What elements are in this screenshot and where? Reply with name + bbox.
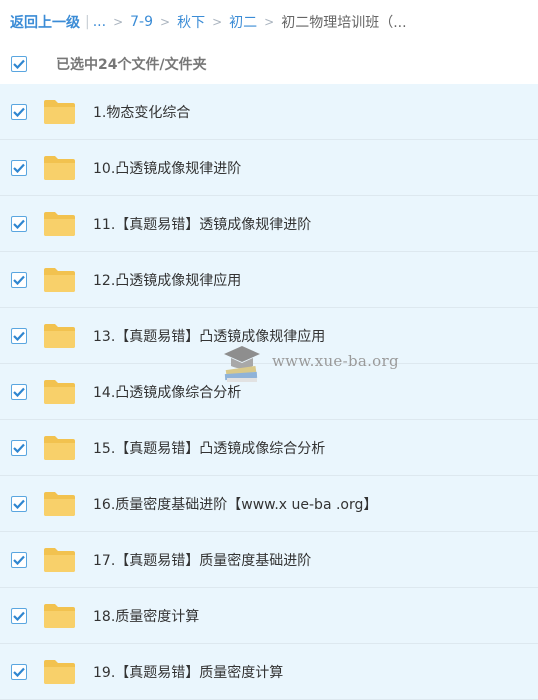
folder-icon — [44, 491, 75, 516]
folder-icon — [44, 99, 75, 124]
folder-icon — [44, 211, 75, 236]
chevron-right-icon: > — [212, 15, 223, 29]
breadcrumb: 返回上一级 | ... > 7-9 > 秋下 > 初二 > 初二物理培训班（..… — [0, 0, 538, 44]
file-name[interactable]: 19.【真题易错】质量密度计算 — [93, 662, 283, 682]
file-name[interactable]: 1.物态变化综合 — [93, 102, 190, 122]
file-name[interactable]: 18.质量密度计算 — [93, 606, 199, 626]
folder-icon — [44, 435, 75, 460]
list-item[interactable]: 17.【真题易错】质量密度基础进阶 — [0, 532, 538, 588]
file-checkbox[interactable] — [11, 495, 27, 512]
file-checkbox[interactable] — [11, 383, 27, 400]
checkmark-icon — [13, 163, 25, 173]
file-checkbox[interactable] — [11, 551, 27, 568]
folder-icon — [44, 267, 75, 292]
file-name[interactable]: 13.【真题易错】凸透镜成像规律应用 — [93, 326, 325, 346]
file-name[interactable]: 10.凸透镜成像规律进阶 — [93, 158, 241, 178]
folder-icon — [44, 547, 75, 572]
checkmark-icon — [13, 107, 25, 117]
file-checkbox[interactable] — [11, 327, 27, 344]
file-checkbox[interactable] — [11, 103, 27, 120]
checkmark-icon — [13, 555, 25, 565]
file-checkbox[interactable] — [11, 271, 27, 288]
folder-icon — [44, 379, 75, 404]
file-name[interactable]: 15.【真题易错】凸透镜成像综合分析 — [93, 438, 325, 458]
checkmark-icon — [13, 667, 25, 677]
checkmark-icon — [13, 331, 25, 341]
breadcrumb-divider: | — [85, 14, 90, 30]
file-name[interactable]: 12.凸透镜成像规律应用 — [93, 270, 241, 290]
checkmark-icon — [13, 387, 25, 397]
list-item[interactable]: 1.物态变化综合 — [0, 84, 538, 140]
checkmark-icon — [13, 219, 25, 229]
list-item[interactable]: 15.【真题易错】凸透镜成像综合分析 — [0, 420, 538, 476]
list-item[interactable]: 19.【真题易错】质量密度计算 — [0, 644, 538, 700]
file-name[interactable]: 16.质量密度基础进阶【www.x ue-ba .org】 — [93, 494, 377, 514]
chevron-right-icon: > — [264, 15, 275, 29]
file-checkbox[interactable] — [11, 663, 27, 680]
list-item[interactable]: 10.凸透镜成像规律进阶 — [0, 140, 538, 196]
breadcrumb-item-chuer[interactable]: 初二 — [229, 12, 257, 32]
checkmark-icon — [13, 59, 25, 69]
file-name[interactable]: 17.【真题易错】质量密度基础进阶 — [93, 550, 311, 570]
folder-icon — [44, 659, 75, 684]
list-item[interactable]: 13.【真题易错】凸透镜成像规律应用 — [0, 308, 538, 364]
chevron-right-icon: > — [113, 15, 124, 29]
chevron-right-icon: > — [160, 15, 171, 29]
folder-icon — [44, 603, 75, 628]
file-checkbox[interactable] — [11, 159, 27, 176]
selection-count-label: 已选中24个文件/文件夹 — [56, 57, 207, 73]
checkmark-icon — [13, 499, 25, 509]
back-link[interactable]: 返回上一级 — [10, 12, 80, 32]
select-all-bar: 已选中24个文件/文件夹 — [0, 44, 538, 84]
list-item[interactable]: 11.【真题易错】透镜成像规律进阶 — [0, 196, 538, 252]
checkmark-icon — [13, 611, 25, 621]
breadcrumb-current: 初二物理培训班（... — [281, 15, 407, 31]
folder-icon — [44, 155, 75, 180]
checkmark-icon — [13, 443, 25, 453]
breadcrumb-ellipsis[interactable]: ... — [93, 14, 106, 30]
file-checkbox[interactable] — [11, 439, 27, 456]
checkmark-icon — [13, 275, 25, 285]
list-item[interactable]: 12.凸透镜成像规律应用 — [0, 252, 538, 308]
file-list: 1.物态变化综合 10.凸透镜成像规律进阶 11.【真题易错】透镜成像规律进阶 12.… — [0, 84, 538, 700]
folder-icon — [44, 323, 75, 348]
list-item[interactable]: 14.凸透镜成像综合分析 — [0, 364, 538, 420]
breadcrumb-item-7-9[interactable]: 7-9 — [130, 14, 153, 30]
breadcrumb-item-qiuxia[interactable]: 秋下 — [177, 12, 205, 32]
file-checkbox[interactable] — [11, 215, 27, 232]
list-item[interactable]: 18.质量密度计算 — [0, 588, 538, 644]
file-name[interactable]: 14.凸透镜成像综合分析 — [93, 382, 241, 402]
list-item[interactable]: 16.质量密度基础进阶【www.x ue-ba .org】 — [0, 476, 538, 532]
file-checkbox[interactable] — [11, 607, 27, 624]
select-all-checkbox[interactable] — [11, 56, 27, 72]
file-name[interactable]: 11.【真题易错】透镜成像规律进阶 — [93, 214, 311, 234]
